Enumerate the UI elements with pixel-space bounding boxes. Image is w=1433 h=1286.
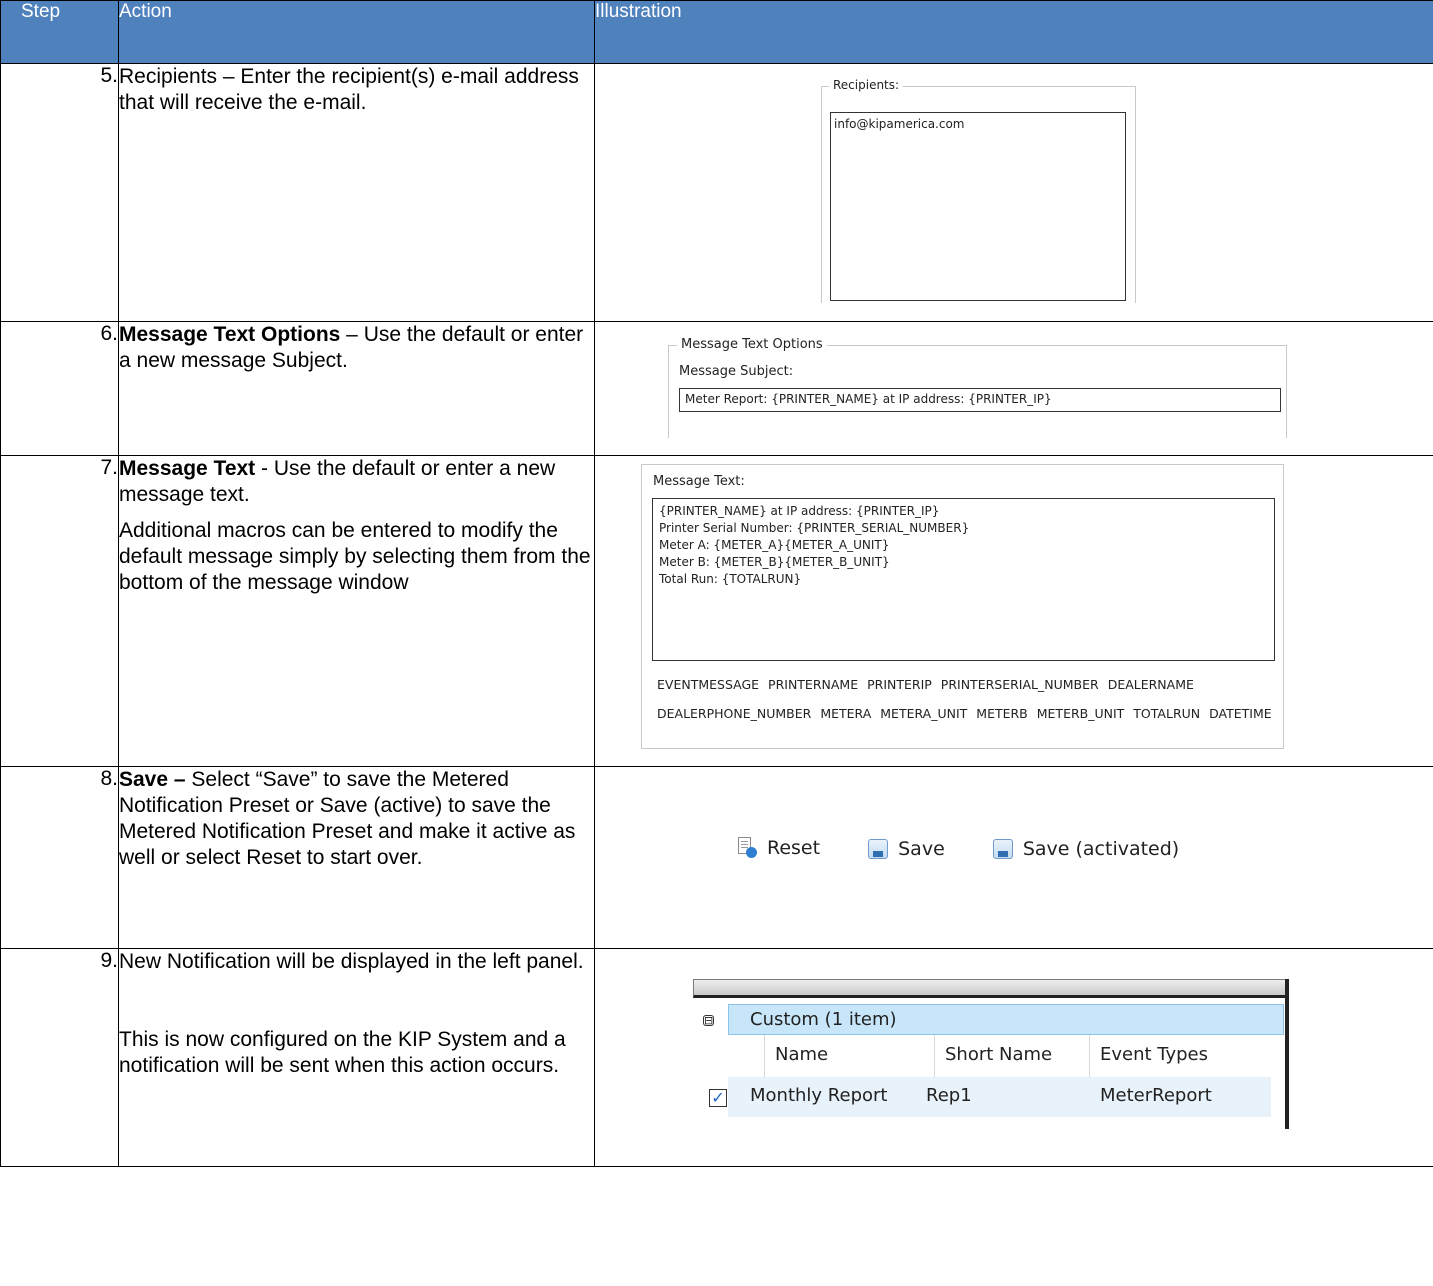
action-bold: Save – — [119, 768, 186, 791]
message-text-area[interactable]: {PRINTER_NAME} at IP address: {PRINTER_I… — [652, 498, 1275, 661]
column-header-event-types[interactable]: Event Types — [1089, 1035, 1247, 1077]
step-number: 5. — [0, 63, 119, 322]
row-event-types: MeterReport — [1100, 1085, 1212, 1106]
macro-link[interactable]: METERA — [820, 706, 871, 721]
step-number: 9. — [0, 948, 119, 1167]
illustration-cell: Reset Save Save (activated) — [594, 766, 1433, 949]
save-button[interactable]: Save — [868, 838, 945, 860]
table-row: 9. New Notification will be displayed in… — [0, 948, 1433, 1167]
macro-link[interactable]: METERB_UNIT — [1037, 706, 1125, 721]
message-text-group: Message Text: {PRINTER_NAME} at IP addre… — [641, 464, 1284, 749]
header-action: Action — [118, 0, 595, 64]
header-step: Step — [0, 0, 119, 64]
action-cell: Message Text Options – Use the default o… — [118, 321, 595, 456]
action-bold: Message Text — [119, 457, 256, 480]
macro-link[interactable]: PRINTERNAME — [768, 677, 858, 692]
column-header-short-name[interactable]: Short Name — [934, 1035, 1089, 1077]
action-text-2: Additional macros can be entered to modi… — [119, 519, 591, 594]
macro-link[interactable]: EVENTMESSAGE — [657, 677, 759, 692]
collapse-icon[interactable]: ⊟ — [703, 1015, 714, 1026]
toolbar: Reset Save Save (activated) — [737, 837, 1221, 864]
illustration-cell: Recipients: info@kipamerica.com — [594, 63, 1433, 322]
table-row: 8. Save – Select “Save” to save the Mete… — [0, 766, 1433, 949]
row-short-name: Rep1 — [926, 1085, 972, 1106]
message-text-label: Message Text: — [653, 474, 745, 489]
macro-link[interactable]: PRINTERIP — [867, 677, 932, 692]
illustration-cell: Message Text: {PRINTER_NAME} at IP addre… — [594, 455, 1433, 767]
message-text-options-group: Message Text Options Message Subject: Me… — [668, 337, 1287, 438]
macro-link[interactable]: DEALERNAME — [1108, 677, 1194, 692]
save-icon — [868, 839, 889, 859]
action-cell: New Notification will be displayed in th… — [118, 948, 595, 1167]
message-line: Meter A: {METER_A}{METER_A_UNIT} — [659, 538, 890, 552]
macro-list: EVENTMESSAGE PRINTERNAME PRINTERIP PRINT… — [657, 670, 1277, 728]
table-header-row: Step Action Illustration — [0, 0, 1433, 64]
grid-top-bar — [693, 979, 1289, 998]
header-illustration: Illustration — [594, 0, 1433, 64]
message-line: Meter B: {METER_B}{METER_B_UNIT} — [659, 555, 890, 569]
instruction-table: Step Action Illustration 5. Recipients –… — [0, 0, 1433, 1167]
macro-link[interactable]: METERA_UNIT — [880, 706, 967, 721]
message-line: Printer Serial Number: {PRINTER_SERIAL_N… — [659, 521, 970, 535]
macro-link[interactable]: TOTALRUN — [1133, 706, 1200, 721]
reset-button[interactable]: Reset — [737, 837, 820, 859]
recipients-value: info@kipamerica.com — [834, 117, 965, 131]
group-header[interactable]: Custom (1 item) — [728, 1004, 1284, 1035]
recipients-textarea[interactable]: info@kipamerica.com — [830, 112, 1126, 301]
macro-link[interactable]: DATETIME — [1209, 706, 1272, 721]
macro-link[interactable]: METERB — [976, 706, 1027, 721]
illustration-cell: ⊟ Custom (1 item) Name Short Name Event … — [594, 948, 1433, 1167]
action-cell: Message Text - Use the default or enter … — [118, 455, 595, 767]
message-text-options-label: Message Text Options — [677, 337, 827, 352]
table-row: 7. Message Text - Use the default or ent… — [0, 455, 1433, 767]
action-text: Recipients – Enter the recipient(s) e-ma… — [119, 65, 579, 114]
table-row: 6. Message Text Options – Use the defaul… — [0, 321, 1433, 456]
reset-label: Reset — [767, 837, 821, 859]
recipients-group: Recipients: info@kipamerica.com — [821, 78, 1136, 303]
macro-link[interactable]: PRINTERSERIAL_NUMBER — [941, 677, 1099, 692]
save-activated-button[interactable]: Save (activated) — [992, 838, 1180, 860]
save-icon — [992, 839, 1013, 859]
save-label: Save — [898, 838, 945, 860]
illustration-cell: Message Text Options Message Subject: Me… — [594, 321, 1433, 456]
message-line: Total Run: {TOTALRUN} — [659, 572, 802, 586]
row-name: Monthly Report — [750, 1085, 888, 1106]
table-row: 5. Recipients – Enter the recipient(s) e… — [0, 63, 1433, 322]
notification-grid: ⊟ Custom (1 item) Name Short Name Event … — [693, 979, 1289, 1129]
action-text: Select “Save” to save the Metered Notifi… — [119, 768, 576, 869]
save-activated-label: Save (activated) — [1022, 838, 1180, 860]
table-row[interactable]: Monthly Report Rep1 MeterReport — [728, 1077, 1271, 1117]
action-cell: Save – Select “Save” to save the Metered… — [118, 766, 595, 949]
action-cell: Recipients – Enter the recipient(s) e-ma… — [118, 63, 595, 322]
message-line: {PRINTER_NAME} at IP address: {PRINTER_I… — [659, 504, 940, 518]
reset-icon — [737, 837, 757, 859]
step-number: 8. — [0, 766, 119, 949]
message-subject-label: Message Subject: — [679, 364, 794, 379]
recipients-label: Recipients: — [829, 78, 904, 92]
action-text-2: This is now configured on the KIP System… — [119, 1028, 566, 1077]
column-header-name[interactable]: Name — [764, 1035, 934, 1077]
step-number: 6. — [0, 321, 119, 456]
action-text: New Notification will be displayed in th… — [119, 950, 584, 973]
message-subject-input[interactable]: Meter Report: {PRINTER_NAME} at IP addre… — [679, 388, 1281, 412]
step-number: 7. — [0, 455, 119, 767]
macro-link[interactable]: DEALERPHONE_NUMBER — [657, 706, 811, 721]
checkbox-icon[interactable]: ✓ — [709, 1089, 727, 1107]
action-bold: Message Text Options — [119, 323, 341, 346]
